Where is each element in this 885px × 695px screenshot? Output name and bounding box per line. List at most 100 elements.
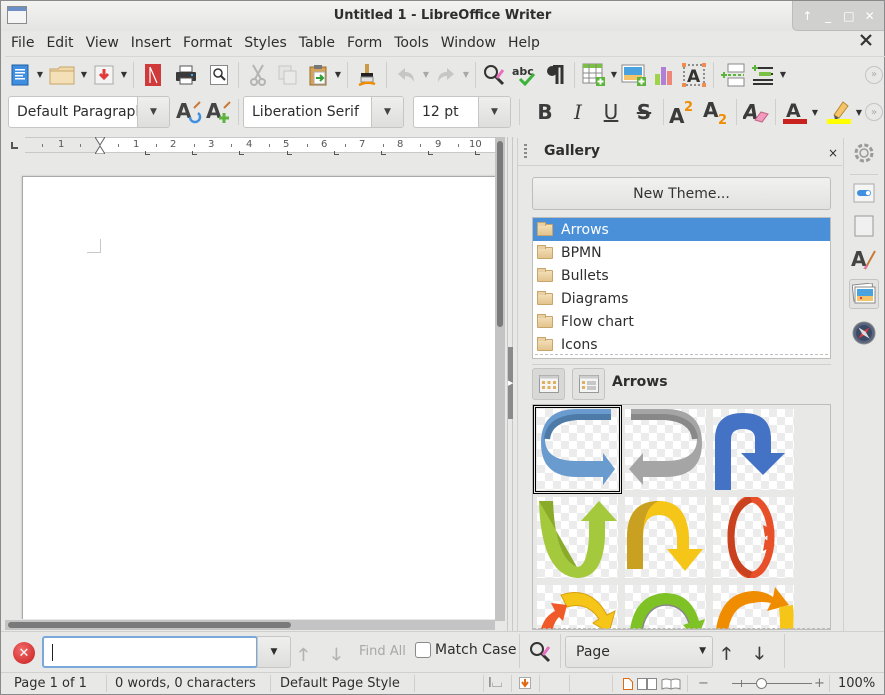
- tab-stop-marker[interactable]: [381, 151, 386, 155]
- close-deck-button[interactable]: ×: [828, 146, 838, 160]
- grip-handle[interactable]: [524, 144, 527, 158]
- insert-text-box-button[interactable]: A: [679, 60, 709, 90]
- spelling-button[interactable]: abc: [510, 60, 540, 90]
- document-modified-icon[interactable]: [519, 677, 531, 693]
- formatting-marks-button[interactable]: [540, 60, 570, 90]
- zoom-out-button[interactable]: −: [698, 676, 709, 691]
- icon-view-button[interactable]: [532, 368, 565, 400]
- chevron-down-icon[interactable]: ▼: [699, 646, 706, 656]
- menu-tools[interactable]: Tools: [388, 35, 435, 51]
- page-style[interactable]: Default Page Style: [280, 676, 400, 691]
- detail-view-button[interactable]: [572, 368, 605, 400]
- paragraph-style-value[interactable]: Default Paragraph Style: [9, 104, 137, 120]
- tab-stop-type-icon[interactable]: [11, 142, 18, 149]
- zoom-slider[interactable]: [732, 683, 812, 684]
- paragraph-style-combo[interactable]: Default Paragraph Style ▼: [8, 96, 170, 128]
- menu-table[interactable]: Table: [293, 35, 341, 51]
- sidebar-settings-button[interactable]: [849, 138, 879, 168]
- insert-mode-icon[interactable]: I⌴: [488, 676, 502, 691]
- document-page[interactable]: [22, 176, 495, 619]
- undo-dropdown[interactable]: ▼: [421, 60, 431, 90]
- find-text-input[interactable]: [42, 636, 258, 668]
- font-size-value[interactable]: 12 pt: [414, 104, 478, 120]
- gallery-item[interactable]: [713, 585, 794, 629]
- more-options-icon[interactable]: »: [865, 65, 883, 84]
- sidebar-tab-gallery[interactable]: [849, 279, 879, 309]
- find-history-dropdown[interactable]: ▼: [257, 636, 291, 668]
- single-page-view-button[interactable]: [623, 678, 633, 694]
- find-replace-button[interactable]: [480, 60, 510, 90]
- strikethrough-button[interactable]: S: [629, 97, 659, 127]
- sidebar-tab-page[interactable]: [849, 211, 879, 241]
- horizontal-scrollbar[interactable]: [5, 620, 495, 630]
- find-all-button[interactable]: Find All: [359, 644, 406, 659]
- theme-item-flow-chart[interactable]: Flow chart: [533, 310, 830, 333]
- save-button[interactable]: [89, 60, 119, 90]
- gallery-item[interactable]: [713, 409, 794, 490]
- theme-item-diagrams[interactable]: Diagrams: [533, 287, 830, 310]
- export-pdf-button[interactable]: [138, 60, 168, 90]
- superscript-button[interactable]: A2: [668, 97, 698, 127]
- font-name-dropdown[interactable]: ▼: [371, 97, 403, 127]
- menu-form[interactable]: Form: [341, 35, 388, 51]
- font-size-combo[interactable]: 12 pt ▼: [413, 96, 511, 128]
- insert-image-button[interactable]: [619, 60, 649, 90]
- new-style-button[interactable]: A: [204, 97, 234, 127]
- shade-button[interactable]: ↑: [799, 9, 815, 23]
- highlight-dropdown[interactable]: ▼: [854, 97, 864, 127]
- new-theme-button[interactable]: New Theme...: [532, 177, 831, 210]
- sidebar-tab-properties[interactable]: [849, 178, 879, 208]
- multi-page-view-button[interactable]: [637, 678, 657, 694]
- font-color-dropdown[interactable]: ▼: [810, 97, 820, 127]
- theme-item-icons[interactable]: Icons: [533, 333, 830, 356]
- indent-marker-icon[interactable]: [95, 137, 105, 154]
- theme-item-bullets[interactable]: Bullets: [533, 264, 830, 287]
- subscript-button[interactable]: A2: [702, 97, 732, 127]
- word-count[interactable]: 0 words, 0 characters: [115, 676, 256, 691]
- tab-stop-marker[interactable]: [475, 151, 480, 155]
- insert-table-button[interactable]: [579, 60, 609, 90]
- paragraph-style-dropdown[interactable]: ▼: [137, 97, 169, 127]
- redo-dropdown[interactable]: ▼: [461, 60, 471, 90]
- clear-formatting-button[interactable]: A: [741, 97, 771, 127]
- sidebar-tab-navigator[interactable]: [849, 318, 879, 348]
- update-style-button[interactable]: A: [174, 97, 204, 127]
- insert-field-dropdown[interactable]: ▼: [778, 60, 788, 90]
- new-document-button[interactable]: [5, 60, 35, 90]
- redo-button[interactable]: [431, 60, 461, 90]
- tab-stop-marker[interactable]: [239, 151, 244, 155]
- find-next-button[interactable]: 🡓: [332, 642, 341, 671]
- gallery-items[interactable]: [532, 404, 831, 630]
- theme-item-bpmn[interactable]: BPMN: [533, 241, 830, 264]
- menu-view[interactable]: View: [80, 35, 125, 51]
- find-replace-dialog-button[interactable]: [526, 637, 556, 667]
- menu-window[interactable]: Window: [435, 35, 502, 51]
- sidebar-tab-styles[interactable]: A: [849, 244, 879, 274]
- menu-insert[interactable]: Insert: [125, 35, 177, 51]
- font-color-button[interactable]: A: [780, 97, 810, 127]
- menu-edit[interactable]: Edit: [40, 35, 79, 51]
- gallery-item[interactable]: [533, 405, 622, 494]
- zoom-level[interactable]: 100%: [838, 676, 875, 691]
- tab-stop-marker[interactable]: [145, 151, 150, 155]
- vertical-scrollbar[interactable]: [495, 137, 505, 621]
- minimize-button[interactable]: _: [820, 9, 836, 23]
- new-document-dropdown[interactable]: ▼: [35, 60, 45, 90]
- insert-chart-button[interactable]: [649, 60, 679, 90]
- paste-button[interactable]: [303, 60, 333, 90]
- menu-help[interactable]: Help: [502, 35, 546, 51]
- gallery-item[interactable]: [537, 497, 618, 578]
- menu-file[interactable]: File: [5, 35, 40, 51]
- maximize-button[interactable]: □: [841, 9, 857, 23]
- sidebar-splitter[interactable]: ▶: [507, 137, 513, 631]
- zoom-in-button[interactable]: +: [814, 676, 825, 691]
- match-case-label[interactable]: Match Case: [435, 642, 516, 658]
- tab-stop-marker[interactable]: [428, 151, 433, 155]
- paste-dropdown[interactable]: ▼: [333, 60, 343, 90]
- gallery-item[interactable]: [713, 495, 794, 579]
- cut-button[interactable]: [243, 60, 273, 90]
- print-button[interactable]: [168, 60, 204, 90]
- underline-button[interactable]: U: [596, 97, 626, 127]
- insert-field-button[interactable]: [748, 60, 778, 90]
- page-number[interactable]: Page 1 of 1: [14, 676, 87, 691]
